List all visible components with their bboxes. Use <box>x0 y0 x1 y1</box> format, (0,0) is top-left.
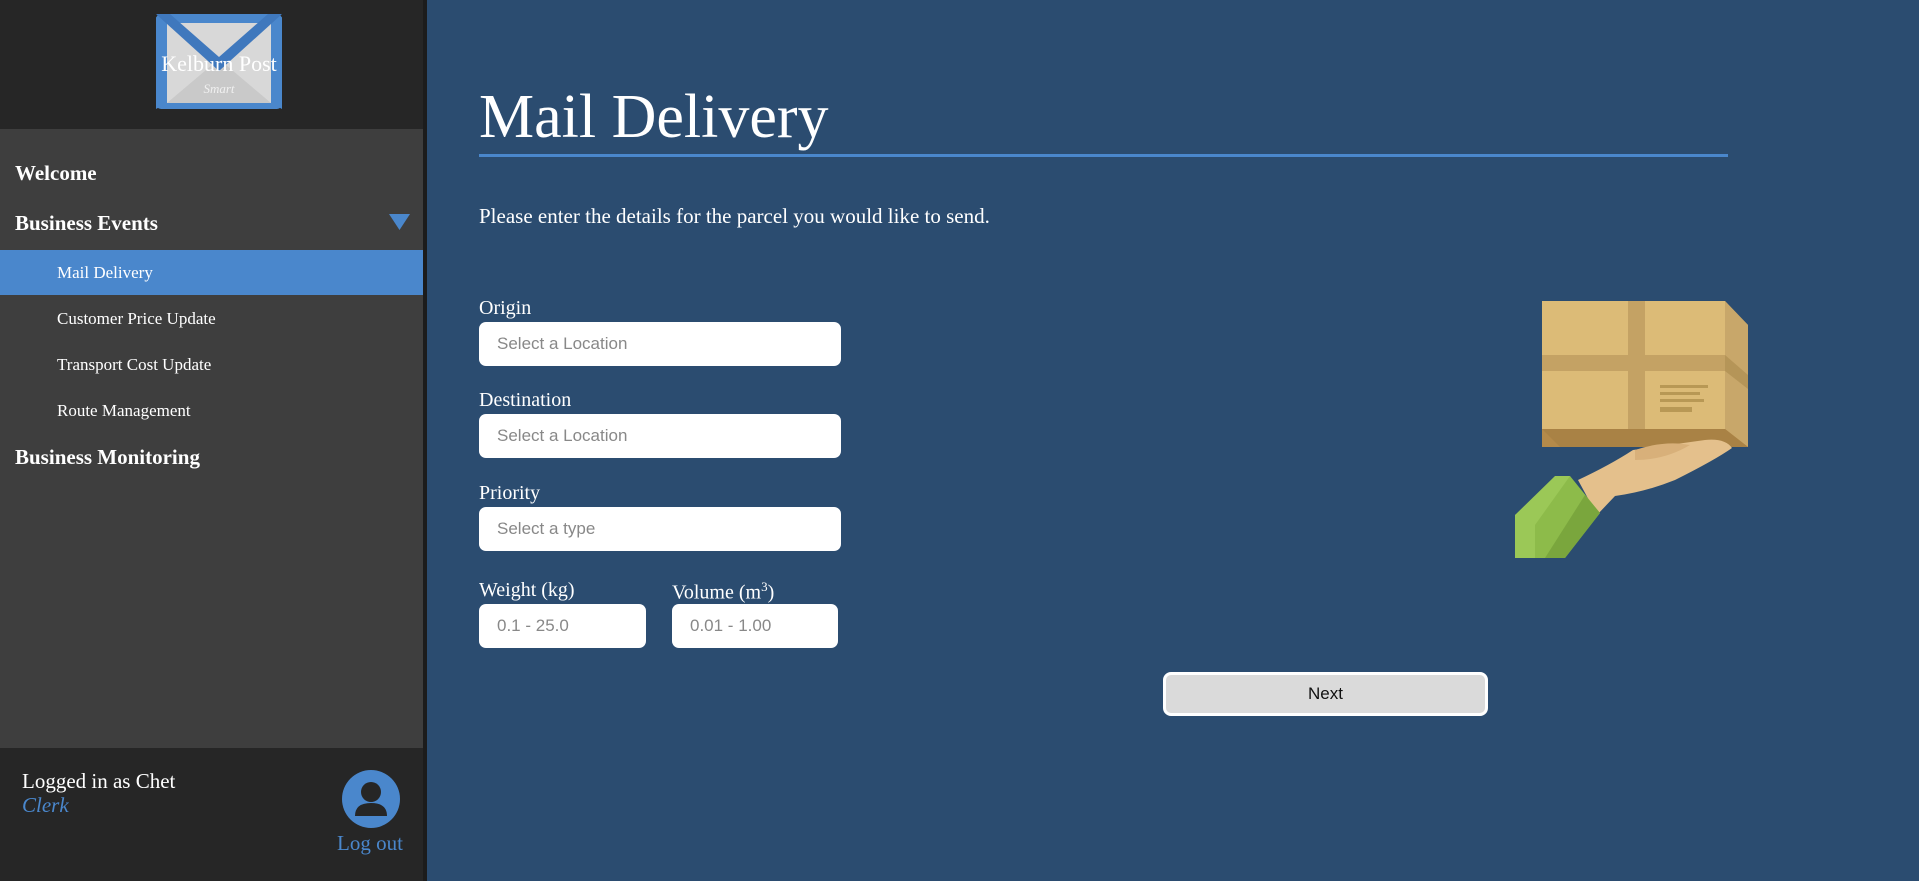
volume-input[interactable] <box>672 604 838 648</box>
priority-label: Priority <box>479 482 541 504</box>
origin-label: Origin <box>479 297 532 319</box>
next-button[interactable]: Next <box>1163 672 1488 716</box>
page-title: Mail Delivery <box>479 83 829 151</box>
sidebar: Kelburn Post Smart Welcome Business Even… <box>0 0 423 881</box>
logged-in-text: Logged in as Chet <box>22 769 176 793</box>
destination-input[interactable] <box>479 414 841 458</box>
volume-label: Volume (m3) <box>672 579 775 604</box>
sidebar-item-transport-cost-update[interactable]: Transport Cost Update <box>0 342 423 387</box>
sidebar-item-customer-price-update[interactable]: Customer Price Update <box>0 296 423 341</box>
triangle-down-icon[interactable] <box>389 214 410 230</box>
sidebar-divider <box>423 0 427 881</box>
destination-label: Destination <box>479 389 572 411</box>
user-role: Clerk <box>22 793 69 817</box>
intro-text: Please enter the details for the parcel … <box>479 204 990 228</box>
priority-input[interactable] <box>479 507 841 551</box>
nav-business-events[interactable]: Business Events <box>15 211 158 236</box>
user-avatar-icon[interactable] <box>342 770 400 828</box>
weight-input[interactable] <box>479 604 646 648</box>
origin-input[interactable] <box>479 322 841 366</box>
hand-holding-parcel-icon <box>1515 301 1748 558</box>
envelope-logo-icon[interactable]: Kelburn Post Smart <box>155 13 283 110</box>
nav-welcome[interactable]: Welcome <box>15 161 97 186</box>
brand-name: Kelburn Post <box>161 51 277 76</box>
sidebar-item-route-management[interactable]: Route Management <box>0 388 423 433</box>
logo-area: Kelburn Post Smart <box>0 0 423 129</box>
brand-tagline: Smart <box>203 81 235 96</box>
weight-label: Weight (kg) <box>479 579 575 601</box>
sidebar-item-mail-delivery[interactable]: Mail Delivery <box>0 250 423 295</box>
title-divider <box>479 154 1728 157</box>
nav-business-monitoring[interactable]: Business Monitoring <box>15 445 200 470</box>
user-panel: Logged in as Chet Clerk Log out <box>0 748 423 881</box>
logout-link[interactable]: Log out <box>337 831 403 856</box>
